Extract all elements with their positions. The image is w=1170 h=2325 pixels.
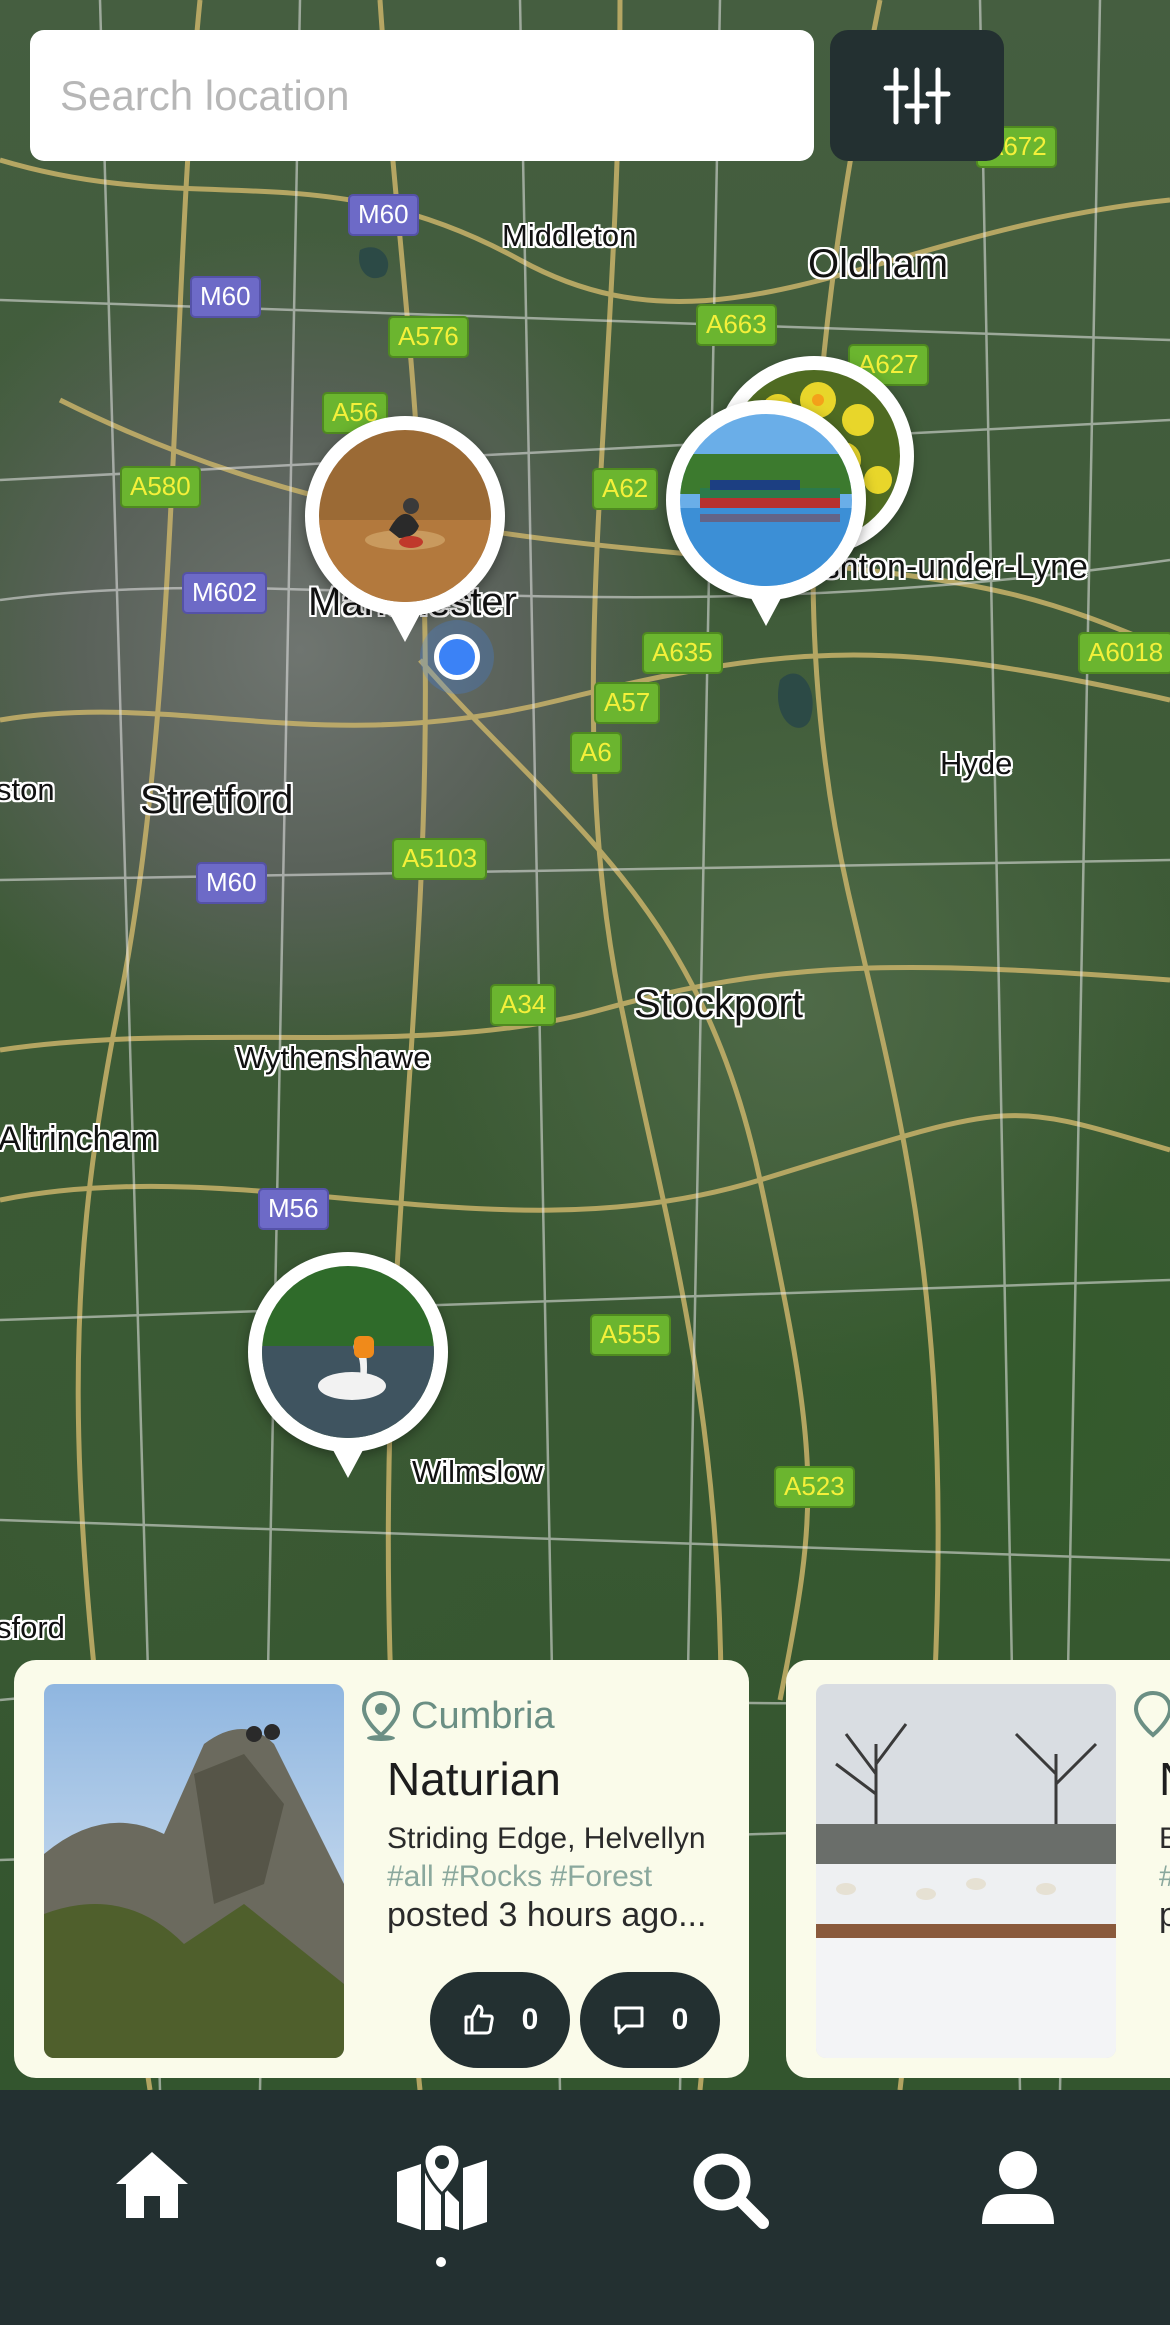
post-location: Cumbria xyxy=(359,1690,555,1742)
place-label: Altrincham xyxy=(0,1120,159,1158)
search-icon xyxy=(693,2153,769,2229)
post-subtitle: Striding Edge, Helvellyn xyxy=(387,1822,706,1855)
post-thumbnail[interactable] xyxy=(816,1684,1116,2058)
pin-photo xyxy=(262,1266,434,1438)
post-card[interactable]: N Ba #a po xyxy=(786,1660,1170,2078)
road-shield: M56 xyxy=(258,1188,329,1230)
road-shield: A576 xyxy=(388,316,469,358)
post-location xyxy=(1131,1690,1170,1742)
post-thumbnail[interactable] xyxy=(44,1684,344,2058)
like-count: 0 xyxy=(521,2003,539,2036)
photo-pin-canal[interactable] xyxy=(666,400,866,640)
road-shield: M60 xyxy=(196,862,267,904)
bottom-navigation xyxy=(0,2090,1170,2325)
nav-profile[interactable] xyxy=(948,2090,1088,2325)
post-title: Naturian xyxy=(387,1753,561,1805)
search-input[interactable] xyxy=(60,71,814,120)
place-label: Oldham xyxy=(808,242,949,286)
post-location-text: Cumbria xyxy=(411,1694,555,1737)
place-label: Stockport xyxy=(634,982,803,1026)
photo-pin-duck[interactable] xyxy=(305,416,505,656)
place-label: Middleton xyxy=(502,218,637,253)
post-time: posted 3 hours ago... xyxy=(387,1896,707,1934)
road-shield: M602 xyxy=(182,572,268,614)
road-shield: A523 xyxy=(774,1466,855,1508)
comment-icon xyxy=(614,2006,644,2035)
nav-home[interactable] xyxy=(82,2090,222,2325)
road-shield: A57 xyxy=(594,682,661,724)
road-shield: A663 xyxy=(696,304,777,346)
place-label: Wythenshawe xyxy=(236,1040,431,1075)
nav-search[interactable] xyxy=(660,2090,800,2325)
road-shield: A34 xyxy=(490,984,557,1026)
place-label: sford xyxy=(0,1610,65,1645)
post-card[interactable]: Cumbria Naturian Striding Edge, Helvelly… xyxy=(14,1660,749,2078)
place-label: ston xyxy=(0,772,55,807)
post-tags: #a xyxy=(1159,1860,1170,1894)
search-bar[interactable] xyxy=(30,30,814,161)
pin-photo xyxy=(319,430,491,602)
active-nav-indicator xyxy=(436,2257,446,2267)
place-label: Hyde xyxy=(940,746,1013,781)
post-title: N xyxy=(1159,1752,1170,1806)
road-shield: A5103 xyxy=(392,838,488,880)
home-icon xyxy=(116,2152,188,2218)
road-shield: A580 xyxy=(120,466,201,508)
filter-button[interactable] xyxy=(830,30,1004,161)
road-shield: A555 xyxy=(590,1314,671,1356)
post-subtitle: Ba xyxy=(1159,1822,1170,1855)
nav-map[interactable] xyxy=(372,2090,512,2325)
sliders-icon xyxy=(883,67,951,124)
road-shield: A62 xyxy=(592,468,659,510)
app-screen: Middleton Oldham Manchester Ashton-under… xyxy=(0,0,1170,2325)
road-shield: A6018 xyxy=(1078,632,1170,674)
road-shield: M60 xyxy=(190,276,261,318)
road-shield: A6 xyxy=(570,732,622,774)
map-icon xyxy=(397,2142,487,2230)
post-time: po xyxy=(1159,1896,1170,1934)
profile-icon xyxy=(982,2151,1054,2224)
photo-pin-swan[interactable] xyxy=(248,1252,448,1492)
road-shield: M60 xyxy=(348,194,419,236)
location-pin-icon xyxy=(1133,1690,1170,1738)
comment-button[interactable]: 0 xyxy=(580,1972,720,2068)
place-label: Stretford xyxy=(140,778,294,822)
thumbs-up-icon xyxy=(464,2004,494,2035)
pin-photo xyxy=(680,414,852,586)
comment-count: 0 xyxy=(671,2003,689,2036)
location-pin-icon xyxy=(361,1690,401,1741)
post-tags: #all #Rocks #Forest xyxy=(387,1860,653,1893)
like-button[interactable]: 0 xyxy=(430,1972,570,2068)
